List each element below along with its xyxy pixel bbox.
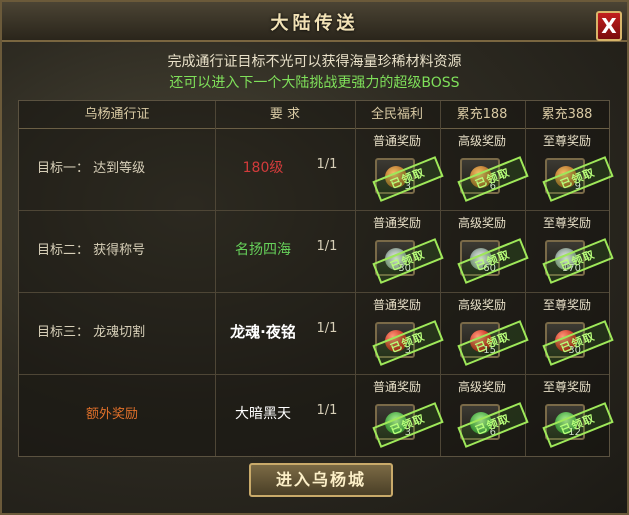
reward-item-slot[interactable]: 3 已领取 (372, 402, 444, 448)
row-divider (19, 374, 609, 375)
progress-value: 1/1 (316, 403, 338, 418)
goal-label: 目标二： 获得称号 (37, 243, 146, 258)
header-tier2: 累充188 (456, 107, 508, 122)
claimed-stamp: 已领取 (457, 238, 529, 284)
reward-item-slot[interactable]: 6 已领取 (457, 156, 529, 202)
claimed-stamp: 已领取 (457, 402, 529, 448)
claimed-stamp: 已领取 (372, 402, 444, 448)
reward-tier-label: 高级奖励 (457, 134, 506, 148)
claimed-stamp: 已领取 (372, 156, 444, 202)
description-line-2: 还可以进入下一个大陆挑战更强力的超级BOSS (169, 75, 460, 91)
row-divider (19, 292, 609, 293)
reward-item-slot[interactable]: 60 已领取 (457, 238, 529, 284)
header-pass: 乌杨通行证 (84, 107, 150, 122)
reward-tier-label: 普通奖励 (372, 216, 421, 230)
claimed-stamp: 已领取 (542, 238, 614, 284)
reward-tier-label: 普通奖励 (372, 298, 421, 312)
reward-item-slot[interactable]: 3 已领取 (372, 156, 444, 202)
header-divider (19, 128, 609, 129)
description-line-1: 完成通行证目标不光可以获得海量珍稀材料资源 (167, 54, 462, 70)
claimed-stamp: 已领取 (542, 156, 614, 202)
claimed-stamp: 已领取 (457, 156, 529, 202)
reward-item-slot[interactable]: 12 已领取 (542, 402, 614, 448)
reward-tier-label: 高级奖励 (457, 298, 506, 312)
reward-item-slot[interactable]: 15 已领取 (457, 320, 529, 366)
reward-item-slot[interactable]: 6 已领取 (457, 402, 529, 448)
column-divider (440, 101, 441, 456)
claimed-stamp: 已领取 (372, 320, 444, 366)
progress-value: 1/1 (316, 239, 338, 254)
reward-tier-label: 至尊奖励 (542, 298, 591, 312)
row-divider (19, 210, 609, 211)
reward-item-slot[interactable]: 170 已领取 (542, 238, 614, 284)
reward-tier-label: 普通奖励 (372, 380, 421, 394)
claimed-stamp: 已领取 (372, 238, 444, 284)
header-tier1: 全民福利 (370, 107, 423, 122)
claimed-stamp: 已领取 (542, 320, 614, 366)
requirement-value: 大暗黑天 (235, 406, 291, 422)
column-divider (525, 101, 526, 456)
pass-table: 乌杨通行证 要 求 全民福利 累充188 累充388 目标一： 达到等级 180级… (18, 100, 614, 457)
progress-value: 1/1 (316, 157, 338, 172)
reward-item-slot[interactable]: 3 已领取 (372, 320, 444, 366)
column-divider (355, 101, 356, 456)
progress-value: 1/1 (316, 321, 338, 336)
reward-tier-label: 普通奖励 (372, 134, 421, 148)
requirement-value: 180级 (242, 160, 284, 176)
claimed-stamp: 已领取 (542, 402, 614, 448)
reward-item-slot[interactable]: 9 已领取 (542, 156, 614, 202)
requirement-value: 龙魂·夜铭 (230, 323, 296, 341)
goal-label: 目标三： 龙魂切割 (37, 325, 146, 340)
reward-tier-label: 高级奖励 (457, 380, 506, 394)
reward-tier-label: 至尊奖励 (542, 216, 591, 230)
requirement-value: 名扬四海 (235, 242, 291, 258)
reward-tier-label: 高级奖励 (457, 216, 506, 230)
reward-item-slot[interactable]: 30 已领取 (372, 238, 444, 284)
claimed-stamp: 已领取 (457, 320, 529, 366)
reward-item-slot[interactable]: 30 已领取 (542, 320, 614, 366)
goal-label: 额外奖励 (85, 407, 138, 422)
window-title: 大陆传送 (270, 13, 359, 34)
header-requirement: 要 求 (269, 107, 301, 122)
header-tier3: 累充388 (541, 107, 593, 122)
enter-city-button[interactable]: 进入乌杨城 (249, 463, 393, 497)
close-button[interactable]: X (596, 11, 622, 41)
reward-tier-label: 至尊奖励 (542, 380, 591, 394)
goal-label: 目标一： 达到等级 (37, 161, 146, 176)
title-bar[interactable]: 大陆传送 X (2, 2, 627, 42)
teleport-window: 大陆传送 X 完成通行证目标不光可以获得海量珍稀材料资源 还可以进入下一个大陆挑… (0, 0, 629, 515)
reward-tier-label: 至尊奖励 (542, 134, 591, 148)
